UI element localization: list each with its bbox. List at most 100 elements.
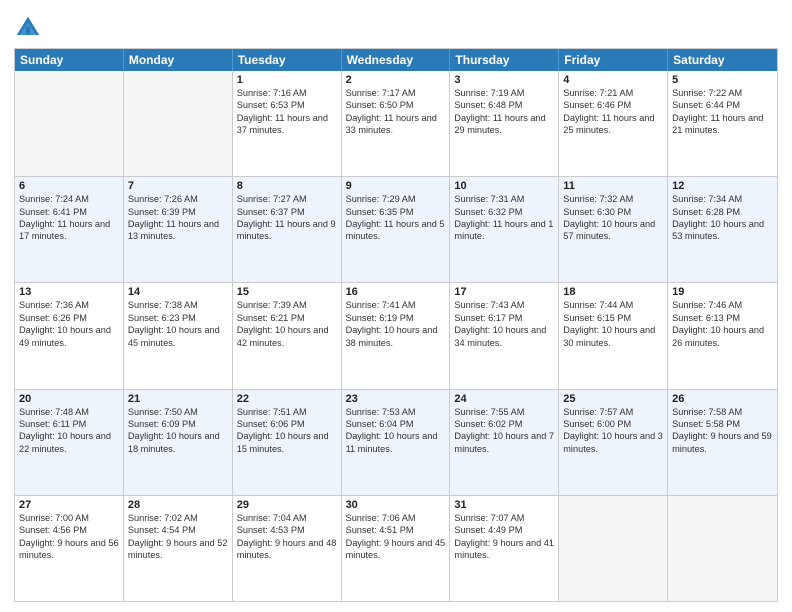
calendar-cell: 13 Sunrise: 7:36 AM Sunset: 6:26 PM Dayli… bbox=[15, 283, 124, 388]
cell-content: Sunrise: 7:48 AM Sunset: 6:11 PM Dayligh… bbox=[19, 407, 111, 454]
day-number: 24 bbox=[454, 393, 554, 405]
day-number: 20 bbox=[19, 393, 119, 405]
calendar-row-2: 6Sunrise: 7:24 AM Sunset: 6:41 PM Daylig… bbox=[15, 177, 777, 283]
calendar-cell: 22 Sunrise: 7:51 AM Sunset: 6:06 PM Dayli… bbox=[233, 390, 342, 495]
calendar-cell: 31 Sunrise: 7:07 AM Sunset: 4:49 PM Dayli… bbox=[450, 496, 559, 601]
calendar-cell: 23 Sunrise: 7:53 AM Sunset: 6:04 PM Dayli… bbox=[342, 390, 451, 495]
cell-content: Sunrise: 7:16 AM Sunset: 6:53 PM Dayligh… bbox=[237, 88, 328, 135]
day-number: 4 bbox=[563, 74, 663, 86]
day-number: 13 bbox=[19, 286, 119, 298]
cell-content: Sunrise: 7:44 AM Sunset: 6:15 PM Dayligh… bbox=[563, 300, 655, 347]
day-number: 14 bbox=[128, 286, 228, 298]
day-number: 26 bbox=[672, 393, 773, 405]
day-number: 22 bbox=[237, 393, 337, 405]
cell-content: Sunrise: 7:00 AM Sunset: 4:56 PM Dayligh… bbox=[19, 513, 119, 560]
header-day-monday: Monday bbox=[124, 49, 233, 71]
cell-content: Sunrise: 7:22 AM Sunset: 6:44 PM Dayligh… bbox=[672, 88, 763, 135]
day-number: 31 bbox=[454, 499, 554, 511]
cell-content: Sunrise: 7:21 AM Sunset: 6:46 PM Dayligh… bbox=[563, 88, 654, 135]
cell-content: Sunrise: 7:29 AM Sunset: 6:35 PM Dayligh… bbox=[346, 194, 445, 241]
calendar-cell: 29 Sunrise: 7:04 AM Sunset: 4:53 PM Dayli… bbox=[233, 496, 342, 601]
cell-content: Sunrise: 7:57 AM Sunset: 6:00 PM Dayligh… bbox=[563, 407, 663, 454]
cell-content: Sunrise: 7:02 AM Sunset: 4:54 PM Dayligh… bbox=[128, 513, 228, 560]
logo-icon bbox=[14, 14, 42, 42]
cell-content: Sunrise: 7:36 AM Sunset: 6:26 PM Dayligh… bbox=[19, 300, 111, 347]
day-number: 11 bbox=[563, 180, 663, 192]
day-number: 19 bbox=[672, 286, 773, 298]
calendar-cell: 17Sunrise: 7:43 AM Sunset: 6:17 PM Dayli… bbox=[450, 283, 559, 388]
cell-content: Sunrise: 7:58 AM Sunset: 5:58 PM Dayligh… bbox=[672, 407, 772, 454]
calendar-cell: 28 Sunrise: 7:02 AM Sunset: 4:54 PM Dayli… bbox=[124, 496, 233, 601]
calendar-row-3: 13 Sunrise: 7:36 AM Sunset: 6:26 PM Dayli… bbox=[15, 283, 777, 389]
calendar-header: SundayMondayTuesdayWednesdayThursdayFrid… bbox=[15, 49, 777, 71]
calendar-cell: 18 Sunrise: 7:44 AM Sunset: 6:15 PM Dayli… bbox=[559, 283, 668, 388]
day-number: 17 bbox=[454, 286, 554, 298]
header-day-tuesday: Tuesday bbox=[233, 49, 342, 71]
calendar-cell: 4 Sunrise: 7:21 AM Sunset: 6:46 PM Daylig… bbox=[559, 71, 668, 176]
calendar-cell: 27 Sunrise: 7:00 AM Sunset: 4:56 PM Dayli… bbox=[15, 496, 124, 601]
day-number: 6 bbox=[19, 180, 119, 192]
cell-content: Sunrise: 7:51 AM Sunset: 6:06 PM Dayligh… bbox=[237, 407, 329, 454]
header-day-thursday: Thursday bbox=[450, 49, 559, 71]
calendar-cell: 16 Sunrise: 7:41 AM Sunset: 6:19 PM Dayli… bbox=[342, 283, 451, 388]
cell-content: Sunrise: 7:04 AM Sunset: 4:53 PM Dayligh… bbox=[237, 513, 337, 560]
cell-content: Sunrise: 7:53 AM Sunset: 6:04 PM Dayligh… bbox=[346, 407, 438, 454]
cell-content: Sunrise: 7:32 AM Sunset: 6:30 PM Dayligh… bbox=[563, 194, 655, 241]
header-day-wednesday: Wednesday bbox=[342, 49, 451, 71]
calendar-cell: 8Sunrise: 7:27 AM Sunset: 6:37 PM Daylig… bbox=[233, 177, 342, 282]
calendar-cell: 6Sunrise: 7:24 AM Sunset: 6:41 PM Daylig… bbox=[15, 177, 124, 282]
cell-content: Sunrise: 7:31 AM Sunset: 6:32 PM Dayligh… bbox=[454, 194, 553, 241]
logo bbox=[14, 14, 44, 42]
calendar-cell: 19 Sunrise: 7:46 AM Sunset: 6:13 PM Dayli… bbox=[668, 283, 777, 388]
cell-content: Sunrise: 7:55 AM Sunset: 6:02 PM Dayligh… bbox=[454, 407, 554, 454]
calendar-cell: 7Sunrise: 7:26 AM Sunset: 6:39 PM Daylig… bbox=[124, 177, 233, 282]
cell-content: Sunrise: 7:19 AM Sunset: 6:48 PM Dayligh… bbox=[454, 88, 545, 135]
calendar-cell: 11 Sunrise: 7:32 AM Sunset: 6:30 PM Dayli… bbox=[559, 177, 668, 282]
day-number: 12 bbox=[672, 180, 773, 192]
cell-content: Sunrise: 7:39 AM Sunset: 6:21 PM Dayligh… bbox=[237, 300, 329, 347]
day-number: 1 bbox=[237, 74, 337, 86]
calendar-body: 1 Sunrise: 7:16 AM Sunset: 6:53 PM Daylig… bbox=[15, 71, 777, 601]
cell-content: Sunrise: 7:27 AM Sunset: 6:37 PM Dayligh… bbox=[237, 194, 336, 241]
calendar-row-1: 1 Sunrise: 7:16 AM Sunset: 6:53 PM Daylig… bbox=[15, 71, 777, 177]
cell-content: Sunrise: 7:34 AM Sunset: 6:28 PM Dayligh… bbox=[672, 194, 764, 241]
cell-content: Sunrise: 7:06 AM Sunset: 4:51 PM Dayligh… bbox=[346, 513, 446, 560]
calendar-cell: 14 Sunrise: 7:38 AM Sunset: 6:23 PM Dayli… bbox=[124, 283, 233, 388]
calendar: SundayMondayTuesdayWednesdayThursdayFrid… bbox=[14, 48, 778, 602]
day-number: 28 bbox=[128, 499, 228, 511]
header-day-sunday: Sunday bbox=[15, 49, 124, 71]
day-number: 2 bbox=[346, 74, 446, 86]
day-number: 30 bbox=[346, 499, 446, 511]
day-number: 15 bbox=[237, 286, 337, 298]
calendar-cell: 21 Sunrise: 7:50 AM Sunset: 6:09 PM Dayli… bbox=[124, 390, 233, 495]
day-number: 10 bbox=[454, 180, 554, 192]
day-number: 29 bbox=[237, 499, 337, 511]
cell-content: Sunrise: 7:50 AM Sunset: 6:09 PM Dayligh… bbox=[128, 407, 220, 454]
calendar-cell: 26 Sunrise: 7:58 AM Sunset: 5:58 PM Dayli… bbox=[668, 390, 777, 495]
calendar-cell: 9 Sunrise: 7:29 AM Sunset: 6:35 PM Daylig… bbox=[342, 177, 451, 282]
calendar-cell bbox=[668, 496, 777, 601]
day-number: 18 bbox=[563, 286, 663, 298]
day-number: 7 bbox=[128, 180, 228, 192]
calendar-cell: 10 Sunrise: 7:31 AM Sunset: 6:32 PM Dayli… bbox=[450, 177, 559, 282]
day-number: 9 bbox=[346, 180, 446, 192]
calendar-cell bbox=[15, 71, 124, 176]
calendar-cell: 30 Sunrise: 7:06 AM Sunset: 4:51 PM Dayli… bbox=[342, 496, 451, 601]
day-number: 16 bbox=[346, 286, 446, 298]
calendar-cell: 1 Sunrise: 7:16 AM Sunset: 6:53 PM Daylig… bbox=[233, 71, 342, 176]
header bbox=[14, 10, 778, 42]
cell-content: Sunrise: 7:17 AM Sunset: 6:50 PM Dayligh… bbox=[346, 88, 437, 135]
calendar-cell: 24 Sunrise: 7:55 AM Sunset: 6:02 PM Dayli… bbox=[450, 390, 559, 495]
cell-content: Sunrise: 7:46 AM Sunset: 6:13 PM Dayligh… bbox=[672, 300, 764, 347]
header-day-saturday: Saturday bbox=[668, 49, 777, 71]
day-number: 5 bbox=[672, 74, 773, 86]
cell-content: Sunrise: 7:41 AM Sunset: 6:19 PM Dayligh… bbox=[346, 300, 438, 347]
day-number: 23 bbox=[346, 393, 446, 405]
day-number: 21 bbox=[128, 393, 228, 405]
day-number: 25 bbox=[563, 393, 663, 405]
cell-content: Sunrise: 7:07 AM Sunset: 4:49 PM Dayligh… bbox=[454, 513, 554, 560]
day-number: 27 bbox=[19, 499, 119, 511]
cell-content: Sunrise: 7:38 AM Sunset: 6:23 PM Dayligh… bbox=[128, 300, 220, 347]
calendar-cell bbox=[559, 496, 668, 601]
calendar-cell: 25 Sunrise: 7:57 AM Sunset: 6:00 PM Dayli… bbox=[559, 390, 668, 495]
